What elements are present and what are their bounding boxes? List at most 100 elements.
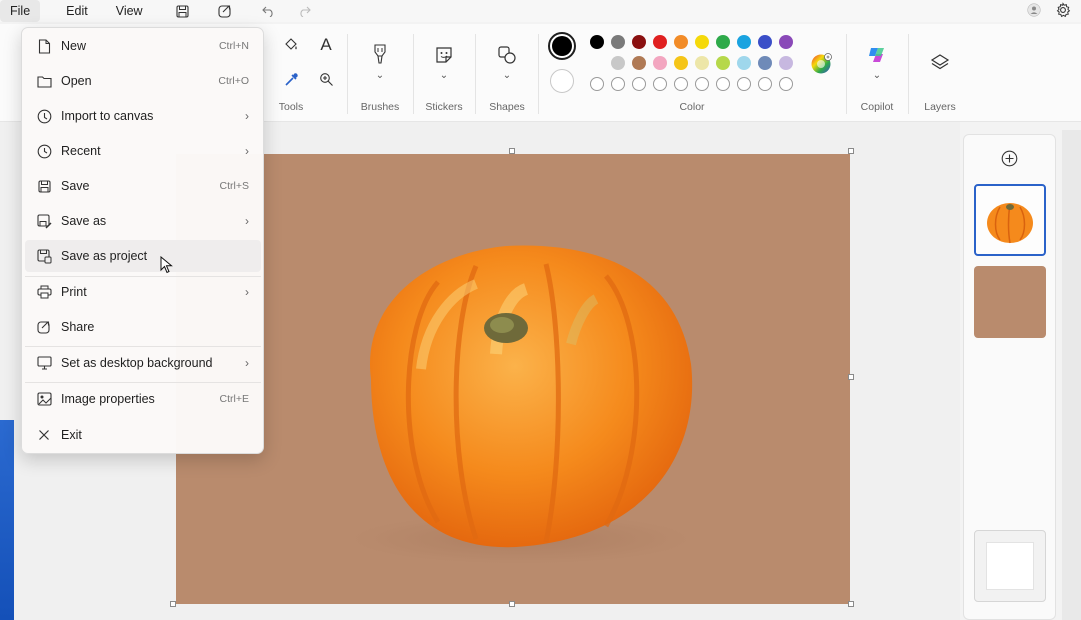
account-icon[interactable] bbox=[1027, 2, 1041, 20]
custom-color-slot[interactable] bbox=[653, 77, 667, 91]
chevron-right-icon: › bbox=[245, 144, 249, 158]
separator bbox=[413, 34, 414, 114]
settings-gear-icon[interactable] bbox=[1055, 1, 1071, 21]
menubar: File Edit View bbox=[0, 0, 1081, 22]
edit-colors-icon[interactable] bbox=[809, 52, 833, 76]
color-picker-icon[interactable] bbox=[282, 70, 300, 88]
file-menu-dropdown: New Ctrl+N Open Ctrl+O Import to canvas … bbox=[21, 27, 264, 454]
chevron-right-icon: › bbox=[245, 214, 249, 228]
group-label-brushes: Brushes bbox=[360, 101, 400, 113]
blank-layer-preview bbox=[986, 542, 1034, 590]
group-label-copilot: Copilot bbox=[860, 101, 894, 113]
custom-color-slot[interactable] bbox=[611, 77, 625, 91]
pumpkin-painting bbox=[351, 245, 693, 564]
save-icon[interactable] bbox=[169, 0, 197, 22]
color-swatch[interactable] bbox=[611, 56, 625, 70]
menu-edit[interactable]: Edit bbox=[56, 0, 98, 22]
undo-icon[interactable] bbox=[255, 0, 283, 22]
redo-icon[interactable] bbox=[291, 0, 319, 22]
resize-handle-right[interactable] bbox=[848, 374, 854, 380]
color-swatch[interactable] bbox=[632, 35, 646, 49]
close-icon bbox=[27, 419, 61, 451]
menu-item-import-to-canvas[interactable]: Import to canvas › bbox=[25, 100, 261, 132]
chevron-down-icon[interactable]: ⌄ bbox=[501, 70, 513, 81]
menu-item-image-properties[interactable]: Image properties Ctrl+E bbox=[25, 383, 261, 415]
color-swatch[interactable] bbox=[737, 56, 751, 70]
menu-item-save-as-project[interactable]: Save as project bbox=[25, 240, 261, 272]
custom-color-slot[interactable] bbox=[779, 77, 793, 91]
folder-icon bbox=[27, 65, 61, 97]
resize-handle-bottom-left[interactable] bbox=[170, 601, 176, 607]
color-swatch[interactable] bbox=[737, 35, 751, 49]
custom-color-slot[interactable] bbox=[716, 77, 730, 91]
color-swatch[interactable] bbox=[779, 35, 793, 49]
desktop-icon bbox=[27, 347, 61, 379]
group-label-color: Color bbox=[679, 101, 705, 113]
color-swatch[interactable] bbox=[653, 56, 667, 70]
color-swatch[interactable] bbox=[758, 35, 772, 49]
menu-item-set-as-desktop-background[interactable]: Set as desktop background › bbox=[25, 347, 261, 379]
color-swatch[interactable] bbox=[695, 56, 709, 70]
text-tool-icon[interactable]: A bbox=[317, 35, 335, 54]
custom-color-slot[interactable] bbox=[674, 77, 688, 91]
color-swatch[interactable] bbox=[653, 35, 667, 49]
chevron-right-icon: › bbox=[245, 109, 249, 123]
color-swatch[interactable] bbox=[758, 56, 772, 70]
sticker-icon[interactable] bbox=[433, 44, 455, 66]
resize-handle-bottom-right[interactable] bbox=[848, 601, 854, 607]
layer-thumbnail-background[interactable] bbox=[974, 266, 1046, 338]
menu-file[interactable]: File bbox=[0, 0, 41, 22]
menu-item-open[interactable]: Open Ctrl+O bbox=[25, 65, 261, 97]
menu-item-save[interactable]: Save Ctrl+S bbox=[25, 170, 261, 202]
color-swatch[interactable] bbox=[716, 56, 730, 70]
magnifier-icon[interactable] bbox=[317, 70, 335, 88]
color-swatch[interactable] bbox=[674, 35, 688, 49]
side-scroll-area bbox=[1062, 130, 1081, 620]
separator bbox=[538, 34, 539, 114]
resize-handle-top[interactable] bbox=[509, 148, 515, 154]
menu-view[interactable]: View bbox=[106, 0, 153, 22]
custom-color-slot[interactable] bbox=[590, 77, 604, 91]
color-swatch[interactable] bbox=[779, 56, 793, 70]
menu-item-exit[interactable]: Exit bbox=[25, 419, 261, 451]
primary-color-fill bbox=[552, 36, 572, 56]
color-swatch[interactable] bbox=[674, 56, 688, 70]
menu-item-print[interactable]: Print › bbox=[25, 276, 261, 308]
menu-item-share[interactable]: Share bbox=[25, 311, 261, 343]
share-icon[interactable] bbox=[211, 0, 239, 22]
chevron-down-icon[interactable]: ⌄ bbox=[374, 70, 386, 81]
color-swatch[interactable] bbox=[590, 35, 604, 49]
color-swatch[interactable] bbox=[716, 35, 730, 49]
share-icon bbox=[27, 311, 61, 343]
layers-panel bbox=[963, 134, 1056, 620]
chevron-down-icon[interactable]: ⌄ bbox=[438, 70, 450, 81]
custom-color-slot[interactable] bbox=[695, 77, 709, 91]
primary-color-swatch[interactable] bbox=[548, 32, 576, 60]
clock-icon bbox=[27, 135, 61, 167]
fill-bucket-icon[interactable] bbox=[282, 36, 300, 54]
drawing-canvas[interactable] bbox=[176, 154, 850, 604]
chevron-down-icon[interactable]: ⌄ bbox=[871, 70, 883, 81]
plus-circle-icon[interactable] bbox=[1001, 150, 1018, 170]
save-icon bbox=[27, 170, 61, 202]
secondary-color-swatch[interactable] bbox=[550, 69, 574, 93]
resize-handle-bottom[interactable] bbox=[509, 601, 515, 607]
color-swatch[interactable] bbox=[632, 56, 646, 70]
layer-thumbnail-blank[interactable] bbox=[974, 530, 1046, 602]
menu-item-save-as[interactable]: Save as › bbox=[25, 205, 261, 237]
menu-item-new[interactable]: New Ctrl+N bbox=[25, 30, 261, 62]
color-swatch[interactable] bbox=[695, 35, 709, 49]
shapes-icon[interactable] bbox=[496, 44, 518, 66]
resize-handle-top-right[interactable] bbox=[848, 148, 854, 154]
copilot-icon[interactable] bbox=[866, 44, 888, 66]
color-swatch[interactable] bbox=[611, 35, 625, 49]
layer-thumbnail-pumpkin[interactable] bbox=[974, 184, 1046, 256]
menu-item-recent[interactable]: Recent › bbox=[25, 135, 261, 167]
brush-icon[interactable] bbox=[369, 42, 391, 66]
group-label-shapes: Shapes bbox=[489, 101, 525, 113]
custom-color-slot[interactable] bbox=[737, 77, 751, 91]
custom-color-slot[interactable] bbox=[632, 77, 646, 91]
group-label-stickers: Stickers bbox=[425, 101, 463, 113]
custom-color-slot[interactable] bbox=[758, 77, 772, 91]
layers-icon[interactable] bbox=[929, 52, 951, 74]
